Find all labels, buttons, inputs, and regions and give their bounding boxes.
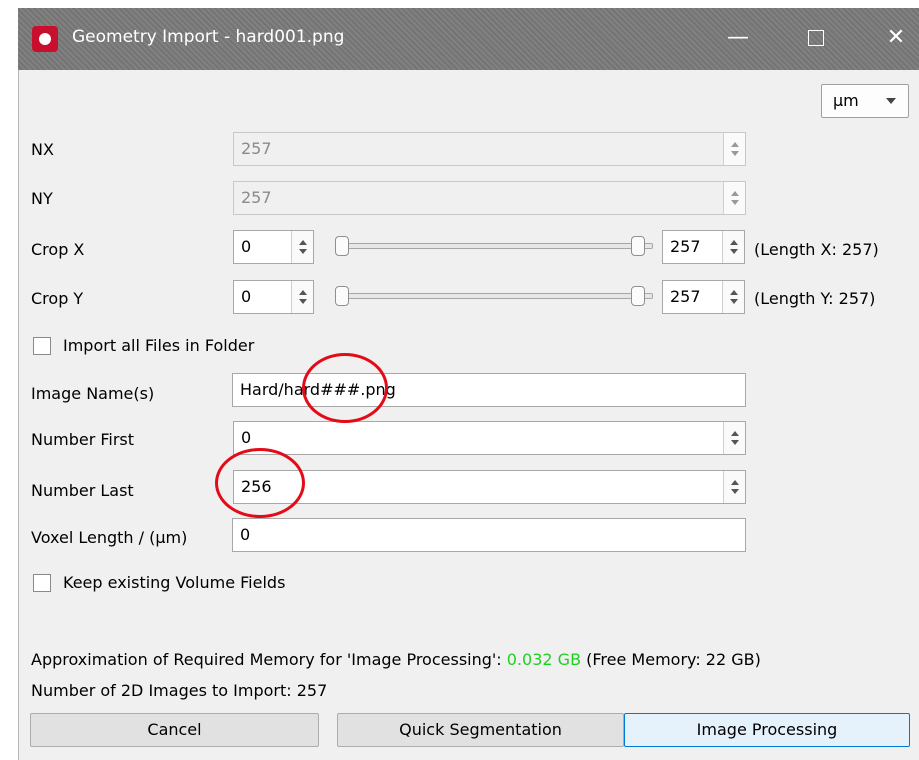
crop-x-min-input[interactable]: 0: [233, 230, 314, 264]
memory-suffix: (Free Memory: 22 GB): [581, 650, 761, 669]
crop-x-label: Crop X: [31, 240, 85, 259]
annotation-circle-number-last: [215, 448, 305, 518]
number-first-value: 0: [241, 428, 252, 447]
voxel-length-value: 0: [240, 525, 251, 544]
crop-x-min-spinner[interactable]: [291, 231, 313, 263]
crop-x-max-spinner[interactable]: [722, 231, 744, 263]
keep-fields-checkbox[interactable]: [33, 574, 51, 592]
unit-select-value: µm: [833, 91, 859, 110]
minimize-icon[interactable]: —: [718, 18, 758, 58]
ny-field: 257: [233, 181, 746, 215]
crop-x-max-value: 257: [670, 237, 701, 256]
crop-y-max-spinner[interactable]: [722, 281, 744, 313]
nx-spinner: [723, 133, 745, 165]
title-bar: Geometry Import - hard001.png — ✕: [18, 8, 919, 70]
crop-x-slider-max-handle[interactable]: [631, 236, 645, 256]
crop-y-max-value: 257: [670, 287, 701, 306]
voxel-length-input[interactable]: 0: [232, 518, 746, 552]
nx-value: 257: [241, 139, 272, 158]
import-all-label: Import all Files in Folder: [63, 336, 255, 355]
images-to-import: Number of 2D Images to Import: 257: [31, 681, 328, 700]
number-last-label: Number Last: [31, 481, 134, 500]
number-first-input[interactable]: 0: [233, 421, 746, 455]
window-title: Geometry Import - hard001.png: [72, 27, 345, 47]
crop-x-min-value: 0: [241, 237, 252, 256]
chevron-down-icon: [886, 98, 896, 104]
maximize-icon[interactable]: [796, 18, 836, 58]
crop-y-min-spinner[interactable]: [291, 281, 313, 313]
nx-label: NX: [31, 140, 54, 159]
crop-y-min-value: 0: [241, 287, 252, 306]
ny-label: NY: [31, 189, 53, 208]
crop-x-slider-min-handle[interactable]: [335, 236, 349, 256]
crop-y-slider-max-handle[interactable]: [631, 286, 645, 306]
dialog-body: µm NX 257 NY 257 Crop X 0 257 (Length X:…: [19, 70, 919, 760]
crop-y-min-input[interactable]: 0: [233, 280, 314, 314]
ny-spinner: [723, 182, 745, 214]
annotation-circle-image-name: [302, 353, 388, 423]
close-icon[interactable]: ✕: [876, 18, 916, 58]
cancel-button[interactable]: Cancel: [30, 713, 319, 747]
crop-x-max-input[interactable]: 257: [662, 230, 745, 264]
ny-value: 257: [241, 188, 272, 207]
crop-y-max-input[interactable]: 257: [662, 280, 745, 314]
crop-y-length: (Length Y: 257): [754, 289, 876, 308]
crop-y-slider[interactable]: [335, 293, 653, 299]
memory-prefix: Approximation of Required Memory for 'Im…: [31, 650, 507, 669]
quick-segmentation-button[interactable]: Quick Segmentation: [337, 713, 624, 747]
crop-y-label: Crop Y: [31, 289, 84, 308]
crop-x-slider[interactable]: [335, 243, 653, 249]
number-last-spinner[interactable]: [723, 471, 745, 503]
memory-info: Approximation of Required Memory for 'Im…: [31, 650, 761, 669]
image-processing-button[interactable]: Image Processing: [624, 713, 910, 747]
image-names-label: Image Name(s): [31, 384, 155, 403]
voxel-length-label: Voxel Length / (µm): [31, 528, 188, 547]
number-first-label: Number First: [31, 430, 135, 449]
app-logo-icon: [32, 26, 58, 52]
unit-select[interactable]: µm: [821, 84, 909, 118]
keep-fields-label: Keep existing Volume Fields: [63, 573, 286, 592]
number-last-input[interactable]: 256: [233, 470, 746, 504]
memory-value: 0.032 GB: [506, 650, 582, 669]
number-first-spinner[interactable]: [723, 422, 745, 454]
import-all-checkbox[interactable]: [33, 337, 51, 355]
nx-field: 257: [233, 132, 746, 166]
crop-y-slider-min-handle[interactable]: [335, 286, 349, 306]
crop-x-length: (Length X: 257): [754, 240, 879, 259]
